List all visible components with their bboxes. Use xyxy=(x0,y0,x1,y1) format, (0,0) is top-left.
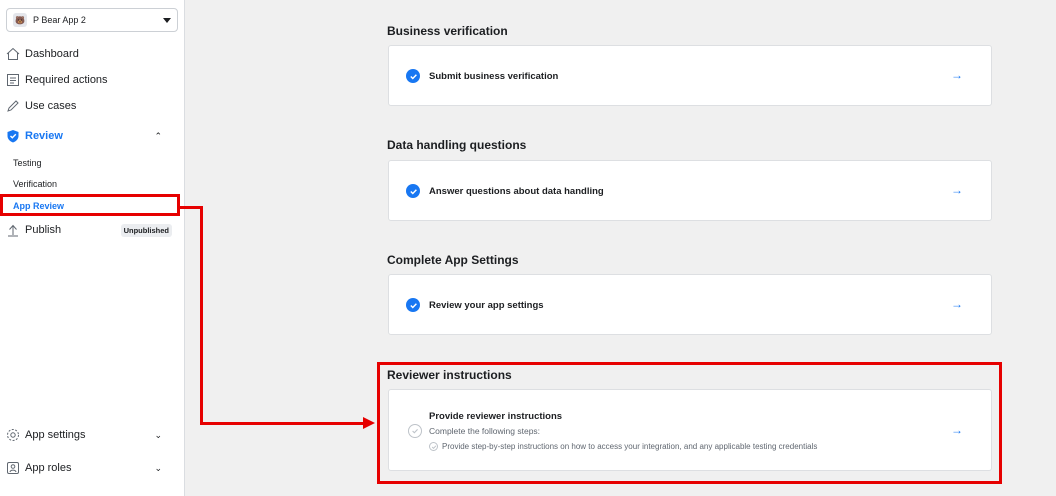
sidebar-item-label: Dashboard xyxy=(25,48,79,60)
sidebar-item-app-settings[interactable]: App settings ⌄ xyxy=(6,425,176,445)
arrow-right-icon[interactable]: → xyxy=(951,297,963,311)
shield-check-icon xyxy=(6,129,20,143)
chevron-down-icon xyxy=(163,17,171,23)
section-title-business-verification: Business verification xyxy=(387,24,508,38)
highlight-box-reviewer-instructions xyxy=(377,362,1002,484)
app-icon: 🐻 xyxy=(13,13,27,27)
sidebar-item-label: Publish xyxy=(25,224,62,236)
connector-line xyxy=(200,422,365,425)
check-icon xyxy=(406,298,420,312)
connector-line xyxy=(180,206,202,209)
chevron-up-icon: ⌃ xyxy=(154,130,162,141)
sidebar: 🐻 P Bear App 2 Dashboard Required action… xyxy=(0,0,185,496)
sidebar-item-dashboard[interactable]: Dashboard xyxy=(6,44,176,64)
check-icon xyxy=(406,69,420,83)
sidebar-item-label: Required actions xyxy=(25,74,108,86)
task-card-app-settings[interactable]: Review your app settings → xyxy=(388,274,992,335)
sidebar-item-use-cases[interactable]: Use cases xyxy=(6,96,176,116)
arrow-right-icon[interactable]: → xyxy=(951,68,963,82)
sidebar-item-label: App roles xyxy=(25,462,72,474)
sidebar-item-app-roles[interactable]: App roles ⌄ xyxy=(6,458,176,478)
task-title: Submit business verification xyxy=(429,71,559,82)
task-card-data-handling[interactable]: Answer questions about data handling → xyxy=(388,160,992,221)
gear-icon xyxy=(6,428,20,442)
sidebar-item-label: Review xyxy=(25,130,63,142)
task-card-business-verification[interactable]: Submit business verification → xyxy=(388,45,992,106)
sidebar-item-testing[interactable]: Testing xyxy=(13,158,42,168)
section-title-app-settings: Complete App Settings xyxy=(387,253,519,267)
sidebar-item-label: Use cases xyxy=(25,100,77,112)
pencil-icon xyxy=(6,99,20,113)
app-selector[interactable]: 🐻 P Bear App 2 xyxy=(6,8,178,32)
checklist-icon xyxy=(6,73,20,87)
highlight-box-app-review xyxy=(0,194,180,216)
connector-line xyxy=(200,206,203,425)
sidebar-item-required-actions[interactable]: Required actions xyxy=(6,70,176,90)
check-icon xyxy=(406,184,420,198)
arrow-right-icon[interactable]: → xyxy=(951,183,963,197)
roles-icon xyxy=(6,461,20,475)
publish-icon xyxy=(6,223,20,237)
chevron-down-icon: ⌄ xyxy=(154,429,162,440)
home-icon xyxy=(6,47,20,61)
status-badge: Unpublished xyxy=(120,223,172,237)
sidebar-item-publish[interactable]: Publish Unpublished xyxy=(6,220,176,240)
task-title: Review your app settings xyxy=(429,300,544,311)
sidebar-item-label: App settings xyxy=(25,429,86,441)
chevron-down-icon: ⌄ xyxy=(154,462,162,473)
task-title: Answer questions about data handling xyxy=(429,186,604,197)
section-title-data-handling: Data handling questions xyxy=(387,138,527,152)
app-name: P Bear App 2 xyxy=(33,15,86,25)
sidebar-item-review[interactable]: Review ⌃ xyxy=(6,126,176,146)
sidebar-item-verification[interactable]: Verification xyxy=(13,179,57,189)
connector-arrowhead-icon xyxy=(363,417,375,429)
